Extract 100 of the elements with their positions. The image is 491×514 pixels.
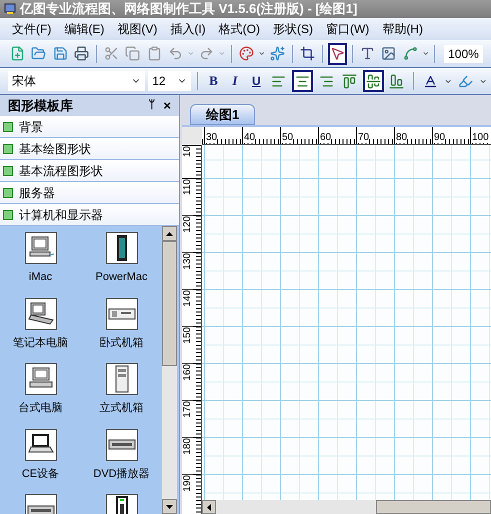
dvd-player-icon xyxy=(26,504,56,514)
fill-color-icon xyxy=(458,74,473,88)
align-icon xyxy=(342,74,358,88)
scroll-down-icon xyxy=(166,504,173,508)
undo-icon xyxy=(168,46,183,61)
menu-item[interactable]: 编辑(E) xyxy=(64,20,104,38)
ruler-label: 130 xyxy=(182,253,193,270)
shape-tile[interactable] xyxy=(106,298,138,330)
shape-tile[interactable] xyxy=(106,232,138,264)
ruler-label: 60 xyxy=(319,132,332,143)
ruler-label: 120 xyxy=(182,216,193,233)
ruler-label: 150 xyxy=(182,327,193,344)
menu-item[interactable]: 形状(S) xyxy=(272,20,313,38)
ruler-label: 110 xyxy=(182,179,193,195)
shape-tile[interactable] xyxy=(106,363,138,395)
window-title: 亿图专业流程图、网络图制作工具 V1.5.6(注册版) - [绘图1] xyxy=(20,0,358,18)
align-icon xyxy=(389,74,404,88)
cut-icon xyxy=(104,46,120,61)
shape-tile[interactable] xyxy=(24,298,56,330)
pin-button[interactable]: ᛘ xyxy=(148,97,156,114)
underline-button[interactable]: U xyxy=(247,71,266,91)
shape-label: 笔记本电脑 xyxy=(13,336,68,350)
caret-icon xyxy=(422,49,430,58)
align-button[interactable] xyxy=(292,70,313,92)
ruler-label: 90 xyxy=(433,132,446,143)
category-item[interactable]: 服务器 xyxy=(0,182,179,204)
ruler-label: 100 xyxy=(471,132,489,143)
ruler-label: 190 xyxy=(182,475,193,492)
shape-label: PowerMac xyxy=(96,270,148,285)
align-icon xyxy=(318,74,334,88)
menu-item[interactable]: 文件(F) xyxy=(12,20,52,38)
category-item[interactable]: 基本绘图形状 xyxy=(0,138,179,160)
shape-tile[interactable] xyxy=(24,428,56,460)
align-button[interactable] xyxy=(362,70,384,92)
ruler-label: 50 xyxy=(281,132,294,143)
shape-label: iMac xyxy=(28,270,52,285)
font-color-icon xyxy=(422,74,438,88)
pointer-icon xyxy=(330,46,345,61)
app-icon xyxy=(4,3,16,15)
bold-button[interactable]: B xyxy=(204,71,223,91)
menu-item[interactable]: 窗口(W) xyxy=(326,20,370,38)
category-item[interactable]: 背景 xyxy=(0,116,179,138)
font-size-dropdown[interactable]: 12 xyxy=(148,71,192,91)
shape-label: 卧式机箱 xyxy=(100,336,144,350)
scroll-left-icon xyxy=(207,504,211,510)
close-button[interactable]: × xyxy=(163,96,171,116)
ruler-label: 80 xyxy=(395,132,408,143)
expand-icon xyxy=(3,210,13,220)
menu-item[interactable]: 格式(O) xyxy=(218,20,260,38)
horizontal-scrollbar-thumb[interactable] xyxy=(376,500,491,514)
align-icon xyxy=(294,74,310,88)
document-tab[interactable]: 绘图1 xyxy=(190,104,256,125)
shape-label: DVD播放器 xyxy=(93,466,150,482)
category-item[interactable]: 基本流程图形状 xyxy=(0,160,179,182)
paste-icon xyxy=(146,46,162,61)
caret-icon xyxy=(258,49,266,58)
ruler-label: 10 xyxy=(182,146,193,158)
panel-title: 图形模板库 xyxy=(8,96,74,115)
ruler-label: 160 xyxy=(182,364,193,381)
italic-button[interactable]: I xyxy=(226,71,244,91)
scroll-up-icon xyxy=(166,232,173,236)
menu-item[interactable]: 插入(I) xyxy=(170,20,206,38)
shape-tile[interactable] xyxy=(24,232,56,264)
caret-icon xyxy=(218,49,226,58)
print-icon xyxy=(74,46,89,61)
image-icon xyxy=(381,46,396,61)
shape-tile[interactable] xyxy=(24,363,56,395)
menu-item[interactable]: 帮助(H) xyxy=(382,20,423,38)
crop-icon xyxy=(300,46,315,61)
redo-icon xyxy=(198,46,214,61)
menu-item[interactable]: 视图(V) xyxy=(117,20,158,38)
save-icon xyxy=(52,46,68,61)
new-file-icon xyxy=(10,46,26,61)
shape-label: 立式机箱 xyxy=(100,400,144,416)
scroll-left-button[interactable] xyxy=(202,500,216,514)
ruler-label: 70 xyxy=(357,132,370,143)
category-item[interactable]: 计算机和显示器 xyxy=(0,204,179,226)
ruler-label: 140 xyxy=(182,290,193,307)
zoom-field[interactable]: 100% xyxy=(444,44,483,62)
ruler-corner xyxy=(182,127,202,145)
desktop-case-icon xyxy=(106,308,136,320)
shape-label: CE设备 xyxy=(22,466,60,482)
dvd-player-icon xyxy=(106,439,136,450)
copy-icon xyxy=(125,46,140,61)
ruler-label: 30 xyxy=(205,132,218,143)
vertical-scrollbar[interactable] xyxy=(162,226,177,514)
effects-icon xyxy=(270,46,285,61)
open-icon xyxy=(31,46,46,61)
text-icon xyxy=(360,46,375,61)
align-icon xyxy=(271,74,286,88)
caret-icon xyxy=(187,49,195,58)
color-icon xyxy=(238,46,254,61)
shape-tile[interactable] xyxy=(106,428,138,460)
font-dropdown[interactable]: 宋体 xyxy=(8,71,146,91)
connector-icon xyxy=(402,46,418,61)
align-icon xyxy=(366,74,381,88)
expand-icon xyxy=(3,166,13,176)
expand-icon xyxy=(3,144,13,154)
pointer-button[interactable] xyxy=(328,42,347,64)
shape-label: 台式电脑 xyxy=(18,400,62,416)
